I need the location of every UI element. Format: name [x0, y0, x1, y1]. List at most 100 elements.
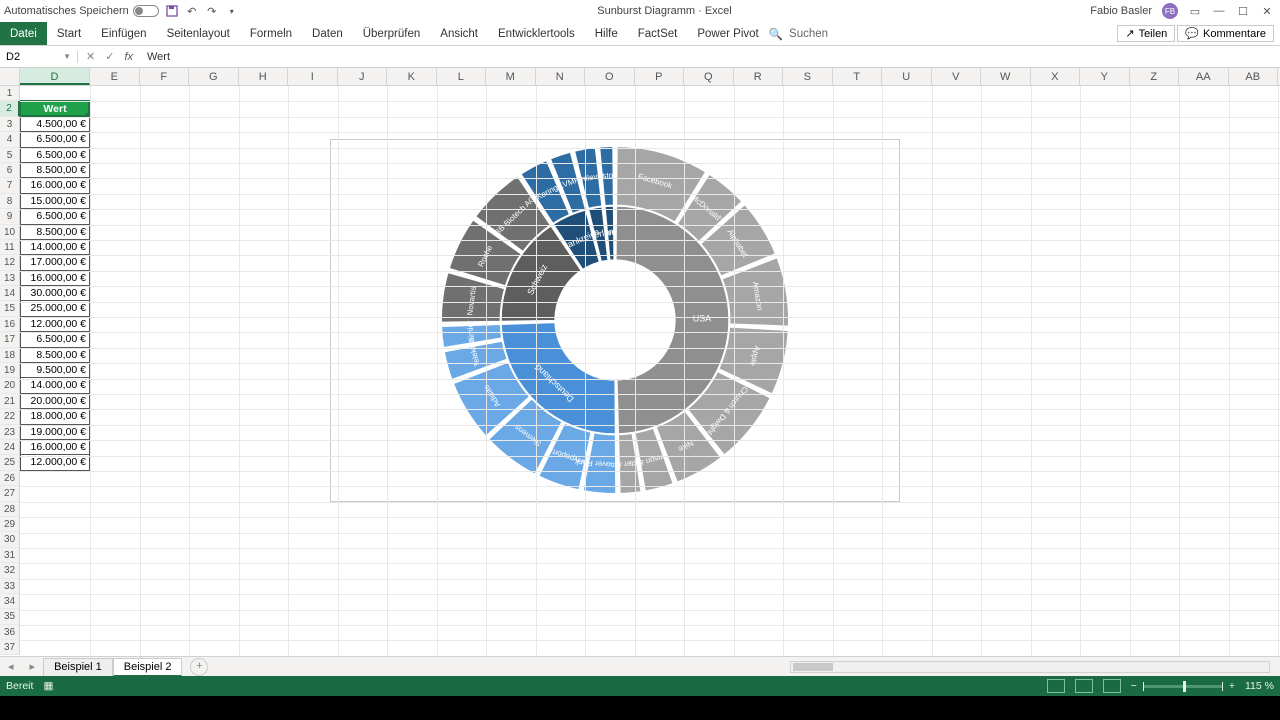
sheet-tab[interactable]: Beispiel 1 — [43, 658, 113, 677]
row-header[interactable]: 29 — [0, 517, 20, 532]
column-header[interactable]: O — [585, 68, 635, 85]
row-header[interactable]: 36 — [0, 625, 20, 640]
accept-formula-icon[interactable]: ✓ — [105, 50, 114, 63]
table-cell[interactable]: 14.000,00 € — [20, 378, 90, 393]
row-header[interactable]: 1 — [0, 86, 20, 101]
row-header[interactable]: 24 — [0, 440, 20, 455]
row-header[interactable]: 32 — [0, 563, 20, 578]
column-header[interactable]: I — [288, 68, 338, 85]
sheet-nav-next-icon[interactable]: ▸ — [22, 660, 44, 673]
table-cell[interactable]: 6.500,00 € — [20, 209, 90, 224]
ribbon-tab-power pivot[interactable]: Power Pivot — [687, 22, 768, 45]
row-header[interactable]: 22 — [0, 409, 20, 424]
row-header[interactable]: 34 — [0, 594, 20, 609]
column-header[interactable]: L — [437, 68, 487, 85]
table-cell[interactable]: 30.000,00 € — [20, 286, 90, 301]
column-header[interactable]: AA — [1179, 68, 1229, 85]
undo-icon[interactable]: ↶ — [185, 4, 199, 18]
table-cell[interactable]: 14.000,00 € — [20, 240, 90, 255]
row-header[interactable]: 4 — [0, 132, 20, 147]
row-header[interactable]: 14 — [0, 286, 20, 301]
table-cell[interactable]: 6.500,00 € — [20, 148, 90, 163]
row-header[interactable]: 3 — [0, 117, 20, 132]
table-cell[interactable]: 8.500,00 € — [20, 348, 90, 363]
zoom-slider[interactable]: − + — [1131, 680, 1235, 692]
row-header[interactable]: 2 — [0, 101, 20, 116]
row-header[interactable]: 6 — [0, 163, 20, 178]
row-header[interactable]: 21 — [0, 394, 20, 409]
column-header[interactable]: V — [932, 68, 982, 85]
column-header[interactable]: N — [536, 68, 586, 85]
table-cell[interactable]: 4.500,00 € — [20, 117, 90, 132]
name-box[interactable]: D2 ▼ — [0, 51, 78, 63]
ribbon-tab-factset[interactable]: FactSet — [628, 22, 688, 45]
ribbon-tab-ansicht[interactable]: Ansicht — [430, 22, 488, 45]
table-cell[interactable]: 16.000,00 € — [20, 178, 90, 193]
view-pagebreak-icon[interactable] — [1103, 679, 1121, 693]
column-header[interactable]: Y — [1080, 68, 1130, 85]
table-cell[interactable]: 12.000,00 € — [20, 455, 90, 470]
horizontal-scrollbar[interactable] — [208, 661, 1280, 673]
column-header[interactable]: AB — [1229, 68, 1279, 85]
user-name[interactable]: Fabio Basler — [1090, 5, 1152, 17]
column-header[interactable]: S — [783, 68, 833, 85]
worksheet-grid[interactable]: DEFGHIJKLMNOPQRSTUVWXYZAAAB 123456789101… — [0, 68, 1280, 656]
tell-me-search[interactable]: 🔍 Suchen — [769, 22, 828, 45]
ribbon-tab-formeln[interactable]: Formeln — [240, 22, 302, 45]
column-header[interactable]: M — [486, 68, 536, 85]
table-cell[interactable]: 20.000,00 € — [20, 394, 90, 409]
row-header[interactable]: 19 — [0, 363, 20, 378]
sheet-nav-prev-icon[interactable]: ◂ — [0, 660, 22, 673]
table-cell[interactable]: 16.000,00 € — [20, 271, 90, 286]
table-cell[interactable]: 19.000,00 € — [20, 425, 90, 440]
row-header[interactable]: 12 — [0, 255, 20, 270]
formula-bar[interactable]: Wert — [141, 51, 1280, 63]
view-normal-icon[interactable] — [1047, 679, 1065, 693]
column-header[interactable]: Q — [684, 68, 734, 85]
sheet-tab[interactable]: Beispiel 2 — [113, 658, 183, 677]
row-header[interactable]: 26 — [0, 471, 20, 486]
table-cell[interactable]: 8.500,00 € — [20, 225, 90, 240]
ribbon-tab-datei[interactable]: Datei — [0, 22, 47, 45]
view-pagelayout-icon[interactable] — [1075, 679, 1093, 693]
row-header[interactable]: 13 — [0, 271, 20, 286]
toggle-switch-icon[interactable] — [133, 5, 159, 17]
column-header[interactable]: U — [882, 68, 932, 85]
ribbon-tab-daten[interactable]: Daten — [302, 22, 353, 45]
fx-icon[interactable]: fx — [124, 51, 133, 63]
table-cell[interactable]: 8.500,00 € — [20, 163, 90, 178]
close-icon[interactable]: ✕ — [1260, 4, 1274, 18]
column-header[interactable]: W — [981, 68, 1031, 85]
row-header[interactable]: 28 — [0, 502, 20, 517]
row-header[interactable]: 11 — [0, 240, 20, 255]
ribbon-tab-seitenlayout[interactable]: Seitenlayout — [157, 22, 240, 45]
comments-button[interactable]: 💬Kommentare — [1177, 25, 1274, 42]
zoom-in-icon[interactable]: + — [1229, 680, 1235, 692]
row-header[interactable]: 8 — [0, 194, 20, 209]
ribbon-tab-entwicklertools[interactable]: Entwicklertools — [488, 22, 585, 45]
row-header[interactable]: 18 — [0, 348, 20, 363]
column-header[interactable]: K — [387, 68, 437, 85]
maximize-icon[interactable]: ☐ — [1236, 4, 1250, 18]
ribbon-options-icon[interactable]: ▭ — [1188, 4, 1202, 18]
table-cell[interactable]: 16.000,00 € — [20, 440, 90, 455]
save-icon[interactable] — [165, 4, 179, 18]
column-header[interactable]: J — [338, 68, 388, 85]
table-cell[interactable]: 9.500,00 € — [20, 363, 90, 378]
row-header[interactable]: 9 — [0, 209, 20, 224]
table-cell[interactable]: 12.000,00 € — [20, 317, 90, 332]
row-header[interactable]: 30 — [0, 532, 20, 547]
table-cell[interactable]: 17.000,00 € — [20, 255, 90, 270]
qat-more-icon[interactable]: ▾ — [225, 4, 239, 18]
row-header[interactable]: 31 — [0, 548, 20, 563]
row-header[interactable]: 7 — [0, 178, 20, 193]
add-sheet-button[interactable]: + — [190, 658, 208, 676]
macro-record-icon[interactable]: ▦ — [43, 680, 53, 692]
cancel-formula-icon[interactable]: ✕ — [86, 50, 95, 63]
column-header[interactable]: P — [635, 68, 685, 85]
row-header[interactable]: 23 — [0, 425, 20, 440]
column-header[interactable]: D — [20, 68, 90, 85]
row-header[interactable]: 20 — [0, 378, 20, 393]
table-cell[interactable]: 15.000,00 € — [20, 194, 90, 209]
zoom-level[interactable]: 115 % — [1245, 680, 1274, 692]
